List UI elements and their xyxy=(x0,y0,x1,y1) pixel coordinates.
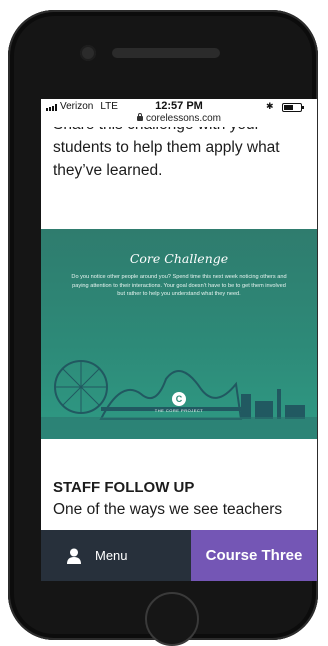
core-challenge-card: Core Challenge Do you notice other peopl… xyxy=(41,229,317,439)
battery-level xyxy=(284,105,293,110)
url-text: corelessons.com xyxy=(145,113,222,124)
brand-name: THE CORE PROJECT xyxy=(154,408,204,413)
course-three-button[interactable]: Course Three xyxy=(191,530,317,581)
bluetooth-icon: ✱ xyxy=(266,101,274,111)
user-icon xyxy=(67,548,81,564)
course-label: Course Three xyxy=(205,547,303,564)
menu-label: Menu xyxy=(95,548,128,563)
core-project-logo: C xyxy=(172,392,186,406)
earpiece-speaker xyxy=(112,48,220,58)
address-bar[interactable]: corelessons.com xyxy=(41,113,317,124)
front-camera xyxy=(80,45,96,61)
section-paragraph: One of the ways we see teachers xyxy=(53,501,283,518)
battery-icon xyxy=(282,103,304,112)
bottom-navigation: Menu Course Three xyxy=(41,530,317,581)
challenge-body: Do you notice other people around you? S… xyxy=(71,274,287,297)
status-bar: Verizon LTE 12:57 PM corelessons.com ✱ xyxy=(41,99,317,127)
menu-button[interactable]: Menu xyxy=(41,530,191,581)
section-heading: STAFF FOLLOW UP xyxy=(53,479,195,496)
challenge-title: Core Challenge xyxy=(129,251,229,266)
phone-frame: Verizon LTE 12:57 PM corelessons.com ✱ S… xyxy=(8,10,318,646)
phone-screen: Verizon LTE 12:57 PM corelessons.com ✱ S… xyxy=(41,99,317,581)
clock: 12:57 PM xyxy=(155,100,203,112)
lock-icon xyxy=(136,113,143,121)
home-button[interactable] xyxy=(145,592,199,646)
